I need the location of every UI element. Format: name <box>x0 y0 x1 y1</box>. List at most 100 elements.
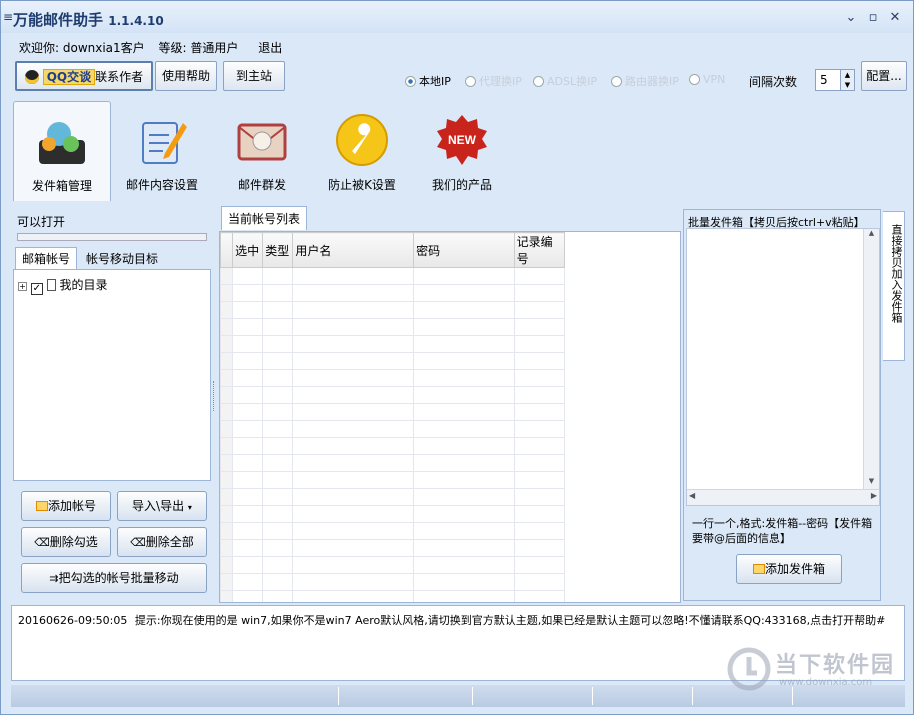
table-row <box>220 488 566 506</box>
ip-option-1[interactable]: 代理换IP <box>465 73 522 89</box>
status-segment <box>339 687 473 705</box>
maximize-icon[interactable]: ▫ <box>863 9 883 27</box>
table-row <box>220 471 566 489</box>
status-segment <box>473 687 593 705</box>
table-row <box>220 454 566 472</box>
splitter-handle[interactable] <box>213 381 217 411</box>
scrollbar-horizontal[interactable]: ◀ ▶ <box>687 489 879 505</box>
qq-chat-label: QQ交谈 <box>42 69 96 85</box>
batch-move-button[interactable]: ⇉把勾选的帐号批量移动 <box>21 563 207 593</box>
batch-outbox-textarea[interactable]: ▲ ▼ ◀ ▶ <box>686 228 880 506</box>
import-export-button[interactable]: 导入\导出 ▾ <box>117 491 207 521</box>
log-timestamp: 20160626-09:50:05 <box>18 614 128 627</box>
file-icon <box>46 279 56 291</box>
move-icon: ⇉ <box>49 572 59 585</box>
minimize-icon[interactable]: ⌄ <box>841 9 861 27</box>
scroll-up-icon[interactable]: ▲ <box>864 229 879 243</box>
table-row <box>220 590 566 602</box>
tab-current-accounts[interactable]: 当前帐号列表 <box>221 206 308 230</box>
column-header[interactable]: 选中 <box>232 232 264 268</box>
scrollbar-vertical[interactable]: ▲ ▼ <box>863 229 879 491</box>
status-segment <box>593 687 693 705</box>
radio-icon[interactable] <box>533 76 544 87</box>
interval-stepper[interactable]: 5 ▲ ▼ <box>815 69 855 91</box>
side-tab-direct-add[interactable]: 直接拷贝加入发件箱 <box>883 211 905 361</box>
column-header[interactable]: 用户名 <box>292 232 415 268</box>
table-row <box>220 369 566 387</box>
toolbar: QQ交谈 联系作者 使用帮助 到主站 本地IP 代理换IP ADSL换IP 路由器换IP… <box>7 61 909 101</box>
svg-text:NEW: NEW <box>448 133 477 147</box>
expand-icon[interactable]: + <box>18 282 27 291</box>
add-account-button[interactable]: 添加帐号 <box>21 491 111 521</box>
table-row <box>220 420 566 438</box>
nav-our-products[interactable]: NEW 我们的产品 <box>413 101 511 201</box>
account-tree: + ✓ 我的目录 <box>13 269 211 481</box>
delete-all-button[interactable]: ⌫删除全部 <box>117 527 207 557</box>
envelope-icon <box>237 123 287 161</box>
main-site-button[interactable]: 到主站 <box>223 61 285 91</box>
tree-root[interactable]: + ✓ 我的目录 <box>18 276 108 295</box>
table-row <box>220 573 566 591</box>
logout-link[interactable]: 退出 <box>258 41 282 55</box>
table-row <box>220 556 566 574</box>
column-header[interactable]: 记录编号 <box>513 232 566 268</box>
checkbox-icon[interactable]: ✓ <box>30 283 43 295</box>
nav-content-settings[interactable]: 邮件内容设置 <box>113 101 211 201</box>
outbox-format-hint: 一行一个,格式:发件箱--密码【发件箱要带@后面的信息】 <box>692 517 873 545</box>
title-bar: ≡ 万能邮件助手 1.1.4.10 ⌄ ▫ ✕ <box>1 1 913 33</box>
scroll-right-icon[interactable]: ▶ <box>871 491 877 500</box>
ip-option-4[interactable]: VPN <box>689 73 725 86</box>
table-row <box>220 505 566 523</box>
interval-label: 间隔次数 <box>749 75 798 89</box>
greeting-text: 欢迎你: downxia1客户 <box>19 41 145 55</box>
app-window: ≡ 万能邮件助手 1.1.4.10 ⌄ ▫ ✕ 欢迎你: downxia1客户 … <box>0 0 914 715</box>
column-header[interactable]: 密码 <box>413 232 515 268</box>
dropdown-arrow-icon: ▾ <box>187 503 192 512</box>
config-button[interactable]: 配置... <box>861 61 907 91</box>
add-outbox-icon <box>752 564 765 574</box>
ip-option-3[interactable]: 路由器换IP <box>611 73 679 89</box>
accounts-grid: 选中 类型 用户名 密码 记录编号 <box>219 231 681 603</box>
table-row <box>220 335 566 353</box>
ip-option-0[interactable]: 本地IP <box>405 73 451 89</box>
contact-author-button[interactable]: QQ交谈 联系作者 <box>15 61 153 91</box>
log-message: 提示:你现在使用的是 win7,如果你不是win7 Aero默认风格,请切换到官… <box>134 614 886 627</box>
radio-icon[interactable] <box>405 76 416 87</box>
close-icon[interactable]: ✕ <box>885 9 905 27</box>
help-button[interactable]: 使用帮助 <box>155 61 217 91</box>
ip-option-2[interactable]: ADSL换IP <box>533 73 597 89</box>
new-badge-icon: NEW <box>437 115 487 165</box>
watermark-logo-icon <box>727 647 771 691</box>
nav-outbox-manage[interactable]: 发件箱管理 <box>13 101 111 201</box>
wrench-icon <box>336 114 388 166</box>
main-area: 可以打开 邮箱帐号 帐号移动目标 + ✓ 我的目录 添加帐号 导入\导出 ▾ ⌫… <box>7 201 909 605</box>
left-progress <box>17 233 207 241</box>
table-row <box>220 284 566 302</box>
table-row <box>220 403 566 421</box>
column-header[interactable]: 类型 <box>262 232 294 268</box>
tab-mail-accounts[interactable]: 邮箱帐号 <box>15 247 78 269</box>
scroll-left-icon[interactable]: ◀ <box>689 491 695 500</box>
table-row <box>220 522 566 540</box>
add-outbox-button[interactable]: 添加发件箱 <box>736 554 842 584</box>
nav-mass-mail[interactable]: 邮件群发 <box>213 101 311 201</box>
eraser-icon: ⌫ <box>130 536 146 549</box>
welcome-bar: 欢迎你: downxia1客户 等级: 普通用户 退出 <box>19 39 292 57</box>
radio-icon[interactable] <box>689 74 700 85</box>
window-title: 万能邮件助手 1.1.4.10 <box>13 11 164 29</box>
row-header <box>220 232 234 268</box>
nav-anti-block[interactable]: 防止被K设置 <box>313 101 411 201</box>
tab-move-target[interactable]: 帐号移动目标 <box>79 247 165 269</box>
radio-icon[interactable] <box>465 76 476 87</box>
table-row <box>220 301 566 319</box>
main-nav: 发件箱管理 邮件内容设置 邮件群发 防止被K设置 NEW 我们的产品 <box>7 101 909 201</box>
edit-document-icon <box>142 122 187 164</box>
level-text: 等级: 普通用户 <box>158 41 239 55</box>
stepper-arrows-icon[interactable]: ▲ ▼ <box>840 70 854 90</box>
add-account-icon <box>35 501 48 511</box>
eraser-icon: ⌫ <box>34 536 50 549</box>
radio-icon[interactable] <box>611 76 622 87</box>
delete-checked-button[interactable]: ⌫删除勾选 <box>21 527 111 557</box>
menu-icon[interactable]: ≡ <box>3 10 13 24</box>
qq-icon <box>24 70 39 84</box>
